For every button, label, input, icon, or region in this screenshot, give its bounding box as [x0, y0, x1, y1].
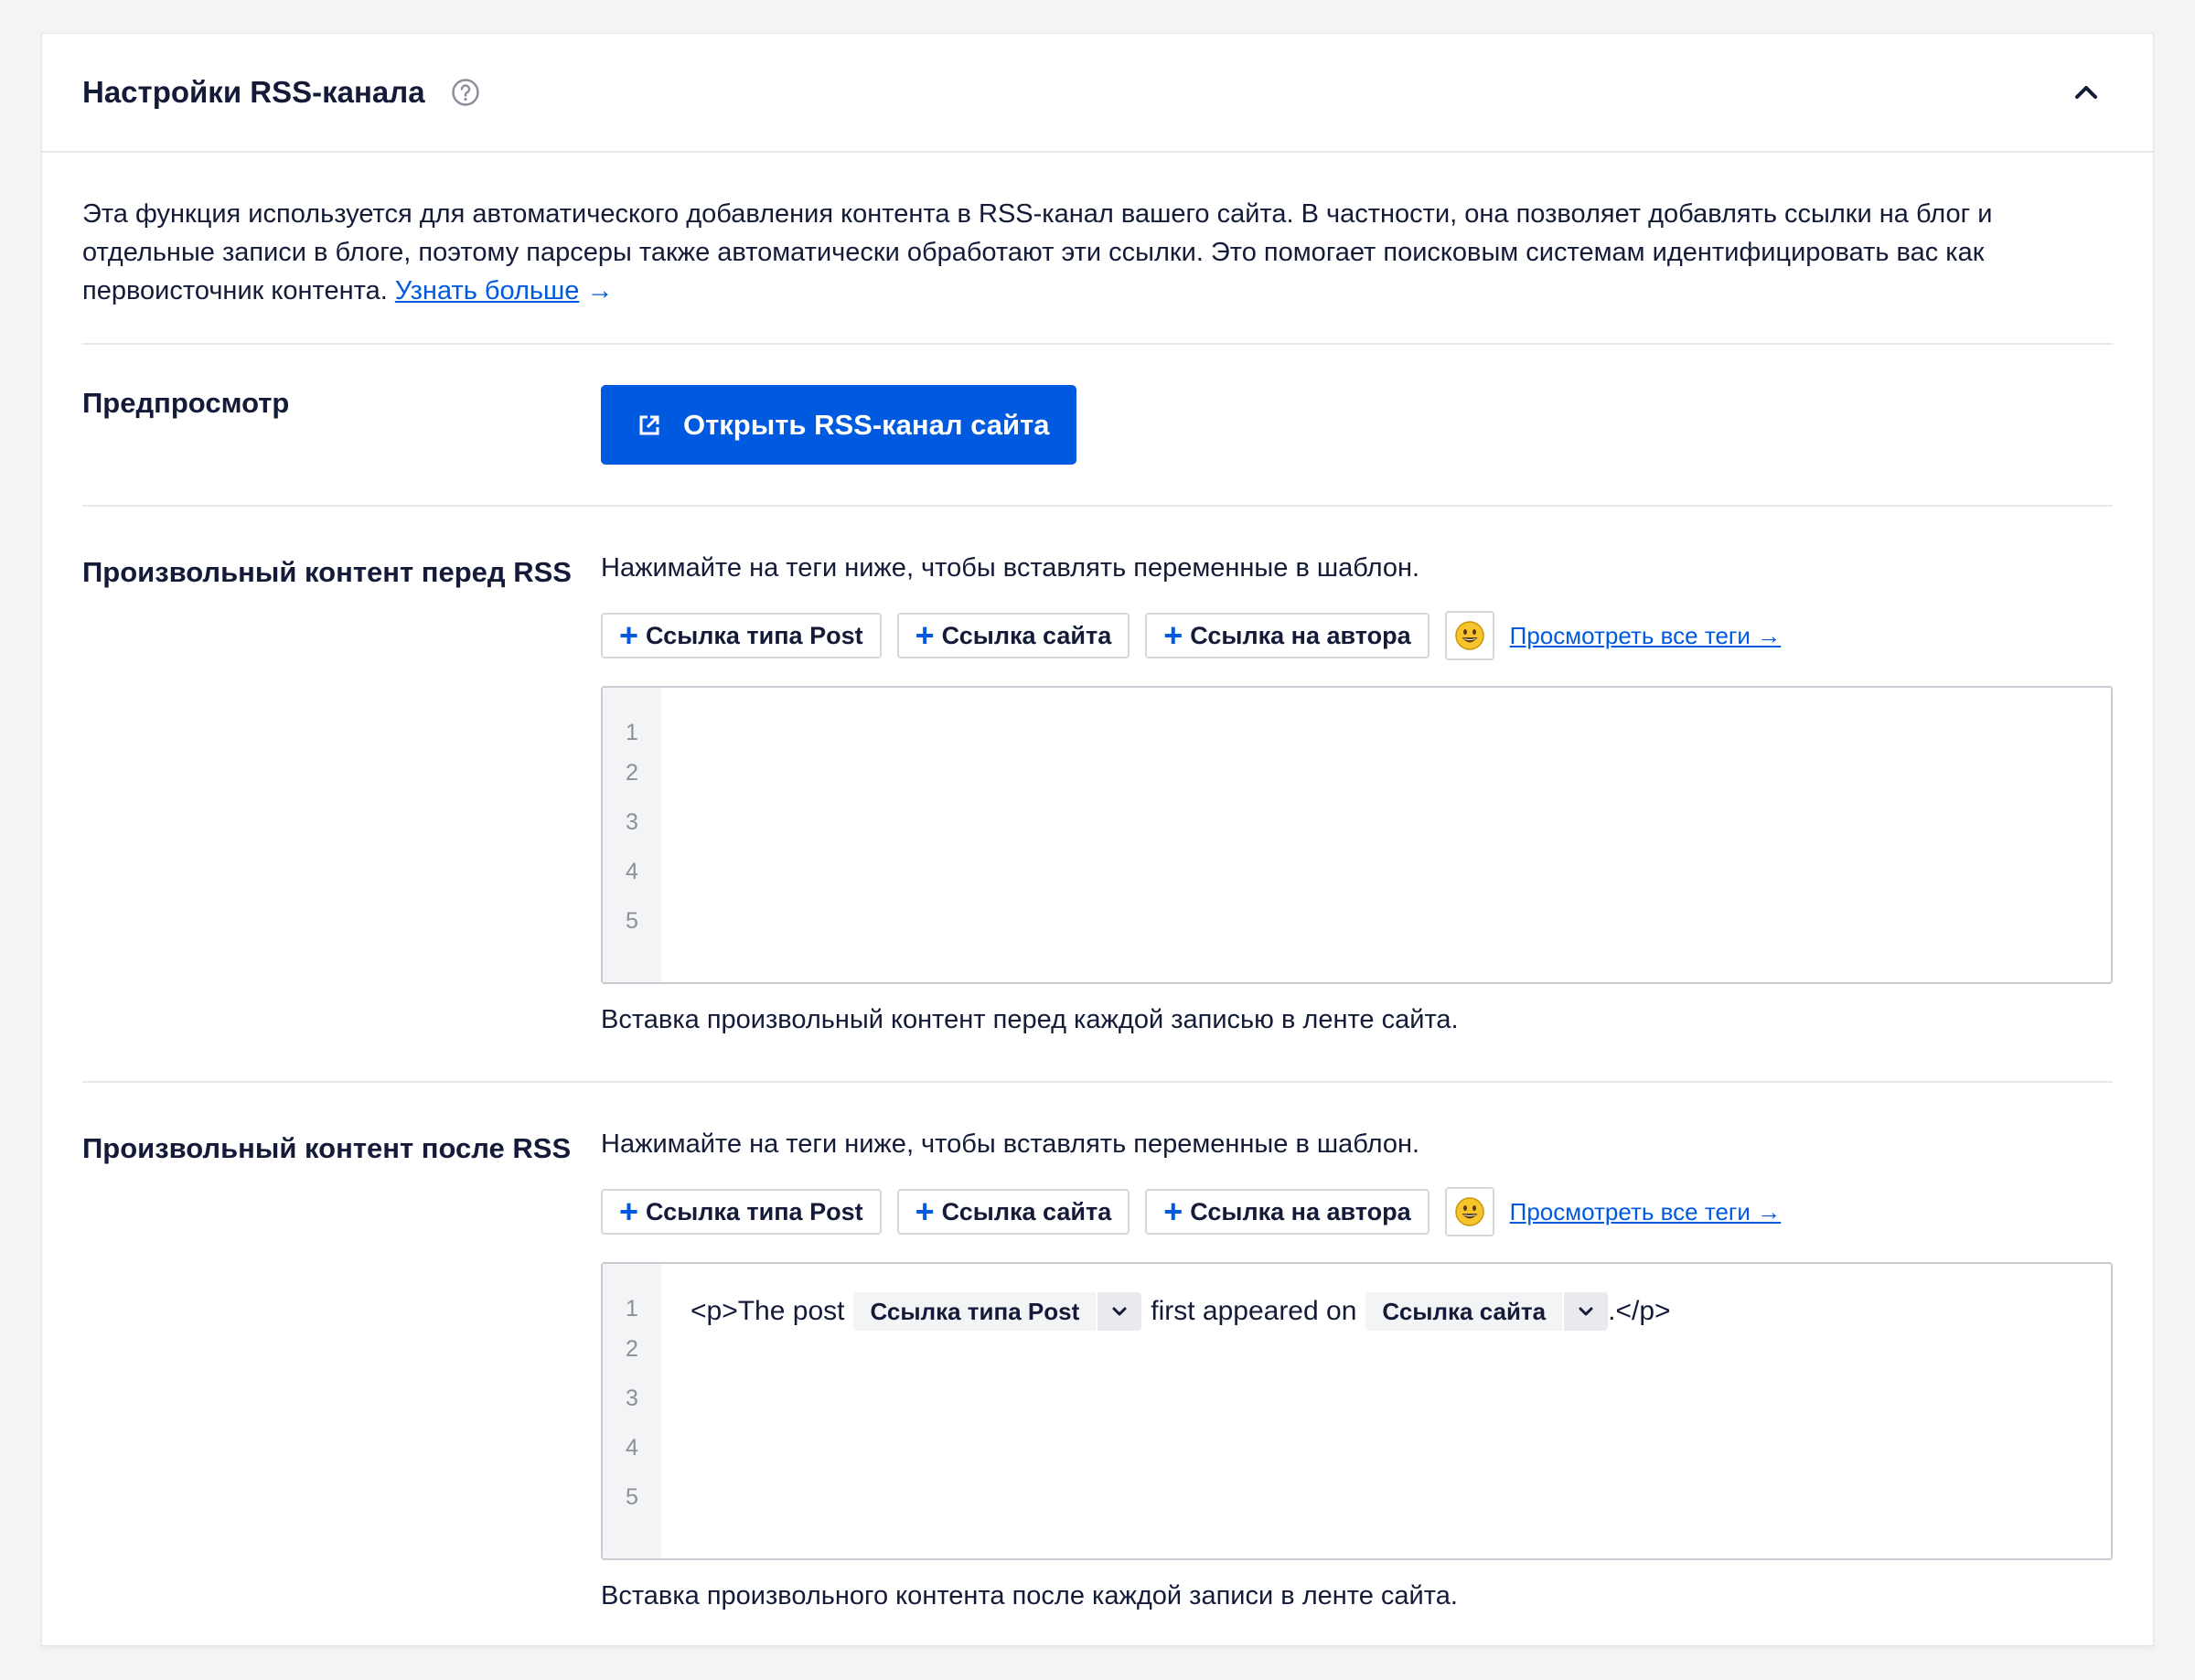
panel-header[interactable]: Настройки RSS-канала [42, 34, 2153, 153]
plus-icon: + [1163, 1193, 1183, 1230]
line-number: 1 [626, 1296, 638, 1322]
tag-site-link-button[interactable]: + Ссылка сайта [896, 613, 1130, 658]
intro-text: Эта функция используется для автоматичес… [82, 153, 2113, 345]
plus-icon: + [915, 616, 935, 654]
external-link-icon [639, 415, 659, 434]
open-rss-feed-button[interactable]: Открыть RSS-канал сайта [601, 385, 1076, 465]
line-number: 3 [626, 809, 638, 835]
tags-hint: Нажимайте на теги ниже, чтобы вставлять … [601, 553, 1420, 583]
line-number: 5 [626, 908, 638, 934]
line-numbers: 1 2 3 4 5 [603, 688, 661, 982]
chip-label: Ссылка сайта [1382, 1297, 1547, 1325]
custom-after-row: Произвольный контент после RSS Нажимайте… [82, 1083, 2113, 1657]
code-area[interactable]: <p>The post Ссылка типа Post first appea… [661, 1264, 2111, 1558]
emoji-picker-button[interactable] [1444, 1187, 1494, 1236]
line-number: 1 [626, 720, 638, 745]
line-number: 5 [626, 1484, 638, 1510]
tag-chip-site-link[interactable]: Ссылка сайта [1365, 1292, 1609, 1331]
code-text: first appeared on [1151, 1296, 1357, 1326]
view-all-tags-link[interactable]: Просмотреть все теги → [1510, 1198, 1782, 1226]
emoji-picker-button[interactable] [1444, 611, 1494, 660]
plus-icon: + [915, 1193, 935, 1230]
preview-label: Предпросмотр [82, 387, 290, 419]
open-rss-feed-label: Открыть RSS-канал сайта [683, 408, 1050, 441]
panel-body: Эта функция используется для автоматичес… [42, 153, 2153, 1657]
learn-more-arrow[interactable]: → [586, 276, 613, 305]
tag-chip-post-link[interactable]: Ссылка типа Post [853, 1292, 1142, 1331]
preview-row: Предпросмотр Открыть RSS-канал сайта [82, 345, 2113, 507]
line-number: 4 [626, 1435, 638, 1461]
custom-before-label: Произвольный контент перед RSS [82, 556, 572, 588]
tag-buttons: + Ссылка типа Post + Ссылка сайта + Ссылка … [601, 611, 2113, 660]
line-number: 4 [626, 859, 638, 884]
custom-after-label: Произвольный контент после RSS [82, 1132, 572, 1164]
tag-label: Ссылка типа Post [646, 621, 863, 649]
view-all-tags-link[interactable]: Просмотреть все теги → [1510, 622, 1782, 650]
code-text: <p>The post [691, 1296, 845, 1326]
tag-author-link-button[interactable]: + Ссылка на автора [1145, 1189, 1429, 1235]
plus-icon: + [619, 1193, 639, 1230]
tag-label: Ссылка типа Post [646, 1197, 863, 1225]
tag-label: Ссылка сайта [941, 1197, 1112, 1225]
smiley-icon [1454, 1197, 1484, 1226]
plus-icon: + [619, 616, 639, 654]
custom-before-description: Вставка произвольный контент перед каждо… [601, 1005, 1459, 1034]
tag-post-link-button[interactable]: + Ссылка типа Post [601, 613, 882, 658]
tag-site-link-button[interactable]: + Ссылка сайта [896, 1189, 1130, 1235]
custom-after-description: Вставка произвольного контента после каж… [601, 1581, 1458, 1610]
plus-icon: + [1163, 616, 1183, 654]
line-number: 2 [626, 760, 638, 786]
tag-post-link-button[interactable]: + Ссылка типа Post [601, 1189, 882, 1235]
chevron-up-icon[interactable] [2070, 76, 2103, 109]
rss-settings-panel: Настройки RSS-канала Эта функция использ… [41, 33, 2154, 1646]
intro-description: Эта функция используется для автоматичес… [82, 199, 1993, 305]
chevron-down-icon[interactable] [1096, 1292, 1142, 1331]
line-numbers: 1 2 3 4 5 [603, 1264, 661, 1558]
chevron-down-icon[interactable] [1562, 1292, 1609, 1331]
custom-before-row: Произвольный контент перед RSS Нажимайте… [82, 507, 2113, 1083]
code-editor-before[interactable]: 1 2 3 4 5 [601, 686, 2113, 984]
tag-author-link-button[interactable]: + Ссылка на автора [1145, 613, 1429, 658]
tag-label: Ссылка сайта [941, 621, 1112, 649]
learn-more-link[interactable]: Узнать больше [395, 276, 580, 305]
code-area[interactable] [661, 688, 2111, 982]
question-circle-icon[interactable] [451, 78, 480, 107]
chip-label: Ссылка типа Post [870, 1297, 1080, 1325]
tags-hint: Нажимайте на теги ниже, чтобы вставлять … [601, 1129, 1420, 1159]
tag-label: Ссылка на автора [1190, 621, 1411, 649]
line-number: 3 [626, 1386, 638, 1411]
smiley-icon [1454, 621, 1484, 650]
tag-buttons: + Ссылка типа Post + Ссылка сайта + Ссылка … [601, 1187, 2113, 1236]
code-line: <p>The post Ссылка типа Post first appea… [691, 1291, 2111, 1332]
line-number: 2 [626, 1336, 638, 1362]
panel-title: Настройки RSS-канала [82, 75, 425, 109]
code-text: .</p> [1608, 1296, 1671, 1326]
tag-label: Ссылка на автора [1190, 1197, 1411, 1225]
code-editor-after[interactable]: 1 2 3 4 5 <p>The post Ссылка типа Post f… [601, 1262, 2113, 1560]
